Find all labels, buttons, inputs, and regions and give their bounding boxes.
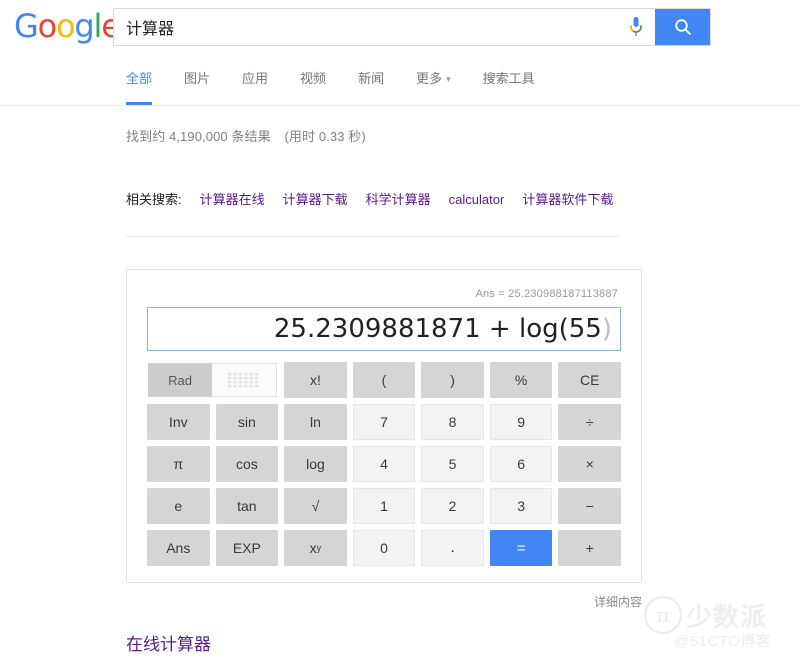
calc-key-digit-3[interactable]: 3 (489, 488, 553, 524)
google-logo-letter-4: l (93, 7, 103, 45)
calc-key-equals[interactable]: = (489, 530, 553, 566)
nav-tab-2[interactable]: 应用 (242, 53, 287, 105)
calc-key-close-paren[interactable]: ) (421, 362, 484, 398)
result-time: (用时 0.33 秒) (284, 129, 366, 144)
calculator-expression-ghost: ) (601, 314, 612, 344)
calc-key-clear-entry[interactable]: CE (558, 362, 621, 398)
calc-key-label: x (309, 540, 317, 556)
calc-key-digit-1[interactable]: 1 (352, 488, 416, 524)
section-divider (126, 236, 620, 237)
nav-tab-5[interactable]: 更多 ▾ (416, 53, 470, 106)
calc-key-tan[interactable]: tan (215, 488, 279, 524)
calc-key-answer[interactable]: Ans (147, 530, 210, 566)
result-link-title[interactable]: 在线计算器 (126, 630, 800, 655)
calc-key-divide[interactable]: ÷ (558, 404, 621, 440)
nav-tab-1[interactable]: 图片 (184, 53, 229, 105)
google-logo-letter-3: g (74, 7, 94, 45)
nav-tab-label: 应用 (242, 71, 269, 86)
calculator-previous-answer: Ans = 25.230988187113887 (475, 288, 618, 300)
results-container: 找到约 4,190,000 条结果 (用时 0.33 秒) 相关搜索: 计算器在… (0, 126, 800, 655)
nav-tab-label: 图片 (184, 71, 211, 86)
calculator-details-link[interactable]: 详细内容 (594, 595, 642, 609)
google-logo[interactable]: Google (14, 7, 121, 45)
calculator-keypad: Rad x! () % CE Inv sin ln 7 8 9 ÷ π cos… (147, 362, 621, 566)
nav-tab-label: 全部 (126, 71, 153, 86)
calc-key-multiply[interactable]: × (558, 446, 621, 482)
related-search-link-0[interactable]: 计算器在线 (200, 192, 265, 207)
related-search-link-3[interactable]: calculator (449, 192, 505, 207)
calc-key-factorial[interactable]: x! (284, 362, 347, 398)
related-search-link-1[interactable]: 计算器下载 (283, 192, 348, 207)
nav-tab-4[interactable]: 新闻 (358, 53, 403, 105)
calc-key-digit-2[interactable]: 2 (421, 488, 484, 524)
calc-key-digit-7[interactable]: 7 (352, 404, 416, 440)
calc-key-pi[interactable]: π (147, 446, 210, 482)
calc-key-digit-4[interactable]: 4 (352, 446, 416, 482)
keypad-grid-icon[interactable] (212, 363, 278, 397)
calc-key-decimal-point[interactable]: . (421, 530, 484, 566)
calc-key-open-paren[interactable]: ( (352, 362, 416, 398)
calculator-display[interactable]: 25.2309881871 + log(55) (147, 307, 621, 351)
nav-tab-6[interactable]: 搜索工具 (483, 53, 554, 105)
calc-key-euler[interactable]: e (147, 488, 210, 524)
calc-key-add[interactable]: + (558, 530, 621, 566)
calculator-expression: 25.2309881871 + log(55 (273, 314, 602, 344)
calculator-card: Ans = 25.230988187113887 25.2309881871 +… (126, 269, 642, 583)
nav-tab-label: 视频 (300, 71, 327, 86)
nav-tab-label: 更多 (416, 70, 443, 86)
calc-key-subtract[interactable]: − (558, 488, 621, 524)
nav-tabs: 全部 图片 应用 视频 新闻 更多 ▾ 搜索工具 (0, 53, 800, 106)
google-logo-letter-1: o (37, 7, 58, 45)
chevron-down-icon: ▾ (446, 74, 451, 85)
search-button[interactable] (655, 9, 710, 45)
calc-key-digit-0[interactable]: 0 (352, 530, 416, 566)
nav-tab-label: 新闻 (358, 71, 385, 86)
related-searches-label: 相关搜索: (126, 192, 182, 207)
nav-tab-label: 搜索工具 (482, 71, 535, 86)
calc-key-ln[interactable]: ln (284, 404, 347, 440)
result-count: 找到约 4,190,000 条结果 (126, 129, 271, 144)
related-search-link-2[interactable]: 科学计算器 (366, 192, 431, 207)
calc-key-digit-5[interactable]: 5 (421, 446, 484, 482)
calc-key-digit-8[interactable]: 8 (421, 404, 484, 440)
page-header: Google (0, 0, 800, 54)
google-logo-letter-0: G (14, 7, 39, 45)
calc-key-square-root[interactable]: √ (284, 488, 347, 524)
calc-key-inverse[interactable]: Inv (147, 404, 210, 440)
calc-key-exponent[interactable]: EXP (215, 530, 279, 566)
rad-deg-button[interactable]: Rad (148, 363, 213, 397)
calc-key-digit-6[interactable]: 6 (489, 446, 553, 482)
result-stats: 找到约 4,190,000 条结果 (用时 0.33 秒) (126, 126, 800, 145)
search-bar[interactable] (113, 8, 711, 46)
calc-key-digit-9[interactable]: 9 (489, 404, 553, 440)
calc-key-percent[interactable]: % (489, 362, 553, 398)
related-search-link-4[interactable]: 计算器软件下载 (522, 192, 613, 207)
nav-tab-0[interactable]: 全部 (126, 53, 153, 105)
calc-key-power[interactable]: xy (284, 530, 347, 566)
calc-key-sin[interactable]: sin (215, 404, 279, 440)
google-logo-letter-2: o (56, 7, 76, 45)
nav-tab-3[interactable]: 视频 (300, 53, 345, 105)
microphone-icon[interactable] (617, 9, 655, 45)
calculator-card-footer: 详细内容 (126, 593, 642, 610)
calc-key-cos[interactable]: cos (215, 446, 279, 482)
calculator-mode-toggle: Rad (147, 362, 278, 398)
related-searches: 相关搜索: 计算器在线 计算器下载 科学计算器 calculator 计算器软件下载 (126, 189, 800, 208)
calc-key-log[interactable]: log (284, 446, 347, 482)
search-input[interactable] (114, 9, 617, 45)
